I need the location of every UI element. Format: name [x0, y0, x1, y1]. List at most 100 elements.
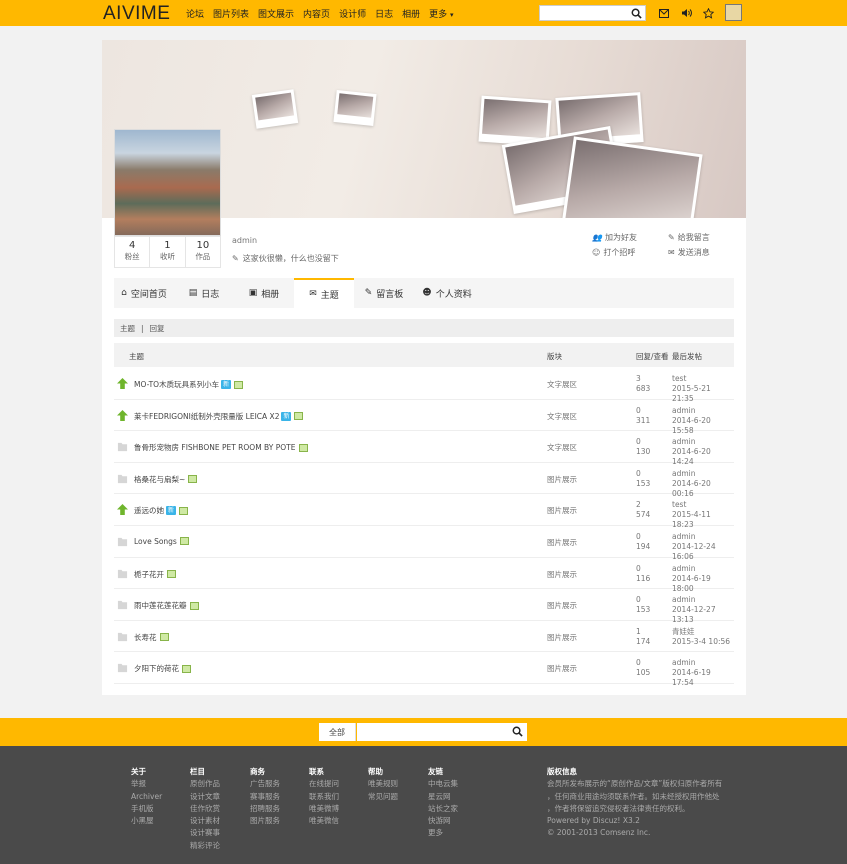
- thread-forum[interactable]: 图片展示: [547, 569, 577, 580]
- footer-link[interactable]: 广告服务: [250, 778, 280, 790]
- user-avatar[interactable]: [725, 4, 742, 21]
- lastpost-user[interactable]: admin: [672, 469, 734, 479]
- footer-link[interactable]: 唯美规则: [368, 778, 398, 790]
- star-icon[interactable]: [700, 5, 716, 21]
- tab-guestbook[interactable]: ✎ 留言板: [354, 278, 414, 308]
- thread-title[interactable]: 格桑花与扇梨~: [134, 474, 185, 485]
- nav-item-content[interactable]: 内容页: [303, 7, 330, 20]
- tab-profile[interactable]: ☻ 个人资料: [414, 278, 480, 308]
- thread-forum[interactable]: 文字展区: [547, 379, 577, 390]
- tab-space-home[interactable]: ⌂ 空间首页: [114, 278, 174, 308]
- nav-item-forum[interactable]: 论坛: [186, 7, 204, 20]
- footer-link[interactable]: 招聘服务: [250, 803, 280, 815]
- lastpost-user[interactable]: admin: [672, 595, 734, 605]
- nav-item-designer[interactable]: 设计师: [339, 7, 366, 20]
- table-row[interactable]: 鲁骨形宠物房 FISHBONE PET ROOM BY POTE 文字展区 0 130…: [114, 431, 734, 466]
- bottom-search-input[interactable]: [357, 723, 527, 741]
- footer-link[interactable]: 图片服务: [250, 815, 280, 827]
- profile-avatar[interactable]: [114, 129, 221, 236]
- thread-title[interactable]: 栀子花开: [134, 569, 164, 580]
- send-message-button[interactable]: ✉ 发送消息: [668, 247, 744, 258]
- footer-link[interactable]: 佳作欣赏: [190, 803, 220, 815]
- nav-item-image-list[interactable]: 图片列表: [213, 7, 249, 20]
- mail-icon[interactable]: [656, 5, 672, 21]
- thread-title[interactable]: 雨中莲花莲花瓣: [134, 600, 187, 611]
- lastpost-user[interactable]: 青娃娃: [672, 627, 730, 637]
- nav-item-album[interactable]: 相册: [402, 7, 420, 20]
- footer-link[interactable]: 唯美微信: [309, 815, 339, 827]
- nav-item-image-text[interactable]: 图文展示: [258, 7, 294, 20]
- profile-username[interactable]: admin: [232, 236, 257, 245]
- nav-item-more[interactable]: 更多 ▾: [429, 7, 453, 20]
- thread-title[interactable]: 莱卡FEDRIGONI纸制外壳限量版 LEICA X2: [134, 411, 279, 422]
- footer-link[interactable]: 设计文章: [190, 791, 220, 803]
- footer-link[interactable]: 联系我们: [309, 791, 339, 803]
- stat-following[interactable]: 1 收听: [150, 237, 186, 267]
- thread-forum[interactable]: 图片展示: [547, 474, 577, 485]
- search-input[interactable]: [539, 5, 646, 21]
- footer-link[interactable]: 中电云集: [428, 778, 458, 790]
- footer-link[interactable]: 举报: [131, 778, 162, 790]
- lastpost-user[interactable]: admin: [672, 532, 734, 542]
- lastpost-user[interactable]: admin: [672, 564, 734, 574]
- footer-link[interactable]: 赛事服务: [250, 791, 280, 803]
- add-friend-button[interactable]: 👥 加为好友: [592, 232, 668, 243]
- nav-item-blog[interactable]: 日志: [375, 7, 393, 20]
- footer-link[interactable]: 在线提问: [309, 778, 339, 790]
- thread-forum[interactable]: 图片展示: [547, 663, 577, 674]
- search-scope-select[interactable]: 全部: [319, 723, 356, 741]
- footer-link[interactable]: 设计赛事: [190, 827, 220, 839]
- thread-forum[interactable]: 文字展区: [547, 411, 577, 422]
- footer-link[interactable]: 原创作品: [190, 778, 220, 790]
- tab-blog[interactable]: ▤ 日志: [174, 278, 234, 308]
- table-row[interactable]: Love Songs 图片展示 0 194 admin 2014-12-24 16:06: [114, 526, 734, 561]
- thread-title[interactable]: 鲁骨形宠物房 FISHBONE PET ROOM BY POTE: [134, 442, 296, 453]
- thread-forum[interactable]: 图片展示: [547, 600, 577, 611]
- thread-forum[interactable]: 文字展区: [547, 442, 577, 453]
- leave-message-button[interactable]: ✎ 给我留言: [668, 232, 744, 243]
- search-icon[interactable]: [631, 8, 642, 19]
- footer-link[interactable]: 设计素材: [190, 815, 220, 827]
- site-logo[interactable]: AIVIME: [103, 3, 170, 25]
- table-row[interactable]: 雨中莲花莲花瓣 图片展示 0 153 admin 2014-12-27 13:13: [114, 589, 734, 624]
- thread-title[interactable]: 长寿花: [134, 632, 157, 643]
- footer-link[interactable]: 小黑屋: [131, 815, 162, 827]
- table-row[interactable]: 遥远の她新图片展示 2 574 test 2015-4-11 18:23: [114, 494, 734, 529]
- stat-works[interactable]: 10 作品: [186, 237, 220, 267]
- lastpost-user[interactable]: test: [672, 374, 734, 384]
- search-icon[interactable]: [512, 726, 523, 737]
- footer-link[interactable]: 快游网: [428, 815, 458, 827]
- tab-threads[interactable]: ✉ 主题: [294, 278, 354, 308]
- thread-title[interactable]: 夕阳下的荷花: [134, 663, 179, 674]
- table-row[interactable]: 长寿花 图片展示 1 174 青娃娃 2015-3-4 10:56: [114, 621, 734, 653]
- thread-forum[interactable]: 图片展示: [547, 632, 577, 643]
- say-hello-button[interactable]: ☺ 打个招呼: [592, 247, 668, 258]
- lastpost-user[interactable]: admin: [672, 437, 734, 447]
- footer-link[interactable]: 站长之家: [428, 803, 458, 815]
- lastpost-user[interactable]: admin: [672, 658, 734, 668]
- speaker-icon[interactable]: [678, 5, 694, 21]
- filter-threads[interactable]: 主题: [120, 323, 135, 334]
- lastpost-user[interactable]: admin: [672, 406, 734, 416]
- table-row[interactable]: MO-TO木质玩具系列小车新文字展区 3 683 test 2015-5-21 21:3…: [114, 368, 734, 403]
- footer-link[interactable]: 星云网: [428, 791, 458, 803]
- footer-link[interactable]: 常见问题: [368, 791, 398, 803]
- footer-link[interactable]: 更多: [428, 827, 458, 839]
- thread-title[interactable]: MO-TO木质玩具系列小车: [134, 379, 219, 390]
- table-row[interactable]: 莱卡FEDRIGONI纸制外壳限量版 LEICA X2 新 文字展区 0 311 admi…: [114, 400, 734, 435]
- thread-title[interactable]: 遥远の她: [134, 505, 164, 516]
- footer-link[interactable]: Archiver: [131, 791, 162, 803]
- filter-replies[interactable]: 回复: [150, 323, 165, 334]
- footer-link[interactable]: 手机版: [131, 803, 162, 815]
- table-row[interactable]: 栀子花开 图片展示 0 116 admin 2014-6-19 18:00: [114, 558, 734, 593]
- thread-forum[interactable]: 图片展示: [547, 505, 577, 516]
- thread-title[interactable]: Love Songs: [134, 537, 177, 546]
- thread-forum[interactable]: 图片展示: [547, 537, 577, 548]
- lastpost-user[interactable]: test: [672, 500, 734, 510]
- footer-link[interactable]: 精彩评论: [190, 840, 220, 852]
- tab-album[interactable]: ▣ 相册: [234, 278, 294, 308]
- stat-followers[interactable]: 4 粉丝: [115, 237, 151, 267]
- footer-link[interactable]: 唯美微博: [309, 803, 339, 815]
- table-row[interactable]: 夕阳下的荷花 图片展示 0 105 admin 2014-6-19 17:54: [114, 652, 734, 687]
- table-row[interactable]: 格桑花与扇梨~ 图片展示 0 153 admin 2014-6-20 00:16: [114, 463, 734, 498]
